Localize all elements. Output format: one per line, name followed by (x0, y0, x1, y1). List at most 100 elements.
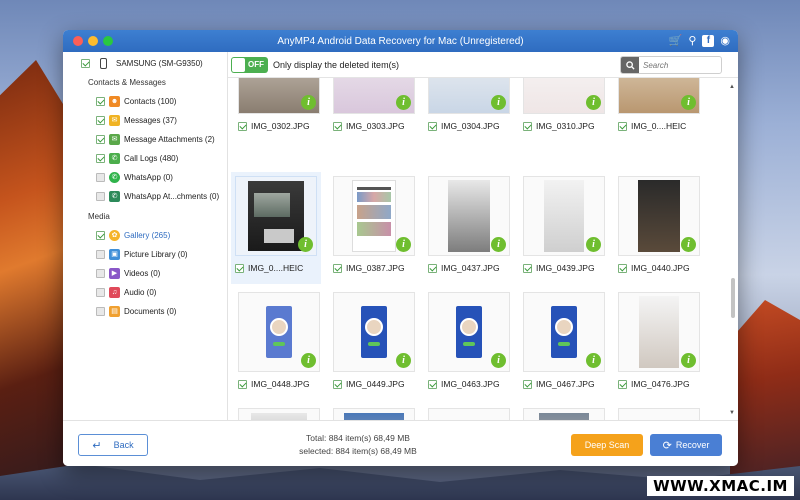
scroll-down-icon[interactable]: ▼ (729, 410, 735, 416)
photo-tile-selected[interactable]: i IMG_0....HEIC (231, 172, 321, 284)
info-icon[interactable]: i (491, 237, 506, 252)
photo-thumbnail[interactable]: i (238, 78, 320, 114)
photo-tile[interactable]: i IMG_0448.JPG (238, 292, 323, 392)
photo-thumbnail[interactable]: i (618, 78, 700, 114)
device-row[interactable]: SAMSUNG (SM-G9350) (63, 52, 227, 74)
sidebar-item-gallery[interactable]: ✿ Gallery (265) (63, 226, 227, 245)
photo-tile[interactable] (523, 408, 608, 420)
photo-thumbnail[interactable] (523, 408, 605, 420)
scrollbar[interactable] (731, 138, 736, 420)
photo-checkbox[interactable] (333, 121, 342, 131)
search-icon[interactable] (621, 57, 639, 73)
photo-checkbox[interactable] (238, 121, 247, 131)
photo-checkbox[interactable] (523, 121, 532, 131)
back-button[interactable]: ↵ Back (78, 434, 148, 456)
photo-checkbox[interactable] (333, 379, 342, 389)
photo-checkbox[interactable] (523, 263, 532, 273)
sidebar-item-documents[interactable]: ▤ Documents (0) (63, 302, 227, 321)
photo-thumbnail[interactable]: i (428, 78, 510, 114)
photo-checkbox[interactable] (333, 263, 342, 273)
photo-checkbox[interactable] (235, 263, 244, 273)
videos-checkbox[interactable] (96, 269, 105, 278)
info-icon[interactable]: i (586, 237, 601, 252)
cart-icon[interactable]: 🛒 (669, 34, 683, 48)
photo-thumbnail[interactable]: i (428, 292, 510, 372)
device-checkbox[interactable] (81, 58, 90, 68)
photo-thumbnail[interactable]: i (618, 176, 700, 256)
photo-tile[interactable]: i IMG_0463.JPG (428, 292, 513, 392)
photo-tile[interactable] (428, 408, 513, 420)
info-icon[interactable]: i (396, 353, 411, 368)
photo-tile[interactable]: i IMG_0310.JPG (523, 78, 608, 134)
sidebar-item-whatsapp-attachments[interactable]: ✆ WhatsApp At...chments (0) (63, 187, 227, 206)
audio-checkbox[interactable] (96, 288, 105, 297)
photo-thumbnail[interactable] (238, 408, 320, 420)
info-icon[interactable]: i (681, 237, 696, 252)
sidebar-item-picture-library[interactable]: ▣ Picture Library (0) (63, 245, 227, 264)
deleted-only-toggle[interactable]: OFF (231, 56, 268, 73)
photo-checkbox[interactable] (618, 121, 627, 131)
sidebar-item-videos[interactable]: ▶ Videos (0) (63, 264, 227, 283)
search-box[interactable] (620, 56, 722, 74)
whatsapp-attachments-checkbox[interactable] (96, 192, 105, 201)
sidebar-item-whatsapp[interactable]: ✆ WhatsApp (0) (63, 168, 227, 187)
call-logs-checkbox[interactable] (96, 154, 105, 163)
photo-tile[interactable] (333, 408, 418, 420)
sidebar-item-messages[interactable]: ✉ Messages (37) (63, 111, 227, 130)
zoom-window-button[interactable] (103, 36, 113, 46)
photo-tile[interactable]: i IMG_0467.JPG (523, 292, 608, 392)
scrollbar-thumb[interactable] (731, 278, 735, 318)
photo-thumbnail[interactable]: i (523, 292, 605, 372)
photo-thumbnail[interactable]: i (618, 292, 700, 372)
photo-thumbnail[interactable]: i (333, 292, 415, 372)
photo-checkbox[interactable] (428, 379, 437, 389)
sidebar-item-message-attachments[interactable]: ✉ Message Attachments (2) (63, 130, 227, 149)
close-window-button[interactable] (73, 36, 83, 46)
minimize-window-button[interactable] (88, 36, 98, 46)
info-icon[interactable]: i (491, 95, 506, 110)
documents-checkbox[interactable] (96, 307, 105, 316)
gallery-checkbox[interactable] (96, 231, 105, 240)
photo-tile[interactable] (238, 408, 323, 420)
photo-thumbnail[interactable]: i (238, 292, 320, 372)
message-attachments-checkbox[interactable] (96, 135, 105, 144)
photo-checkbox[interactable] (618, 379, 627, 389)
photo-tile[interactable]: i IMG_0....HEIC (618, 78, 703, 134)
info-icon[interactable]: i (491, 353, 506, 368)
photo-tile[interactable]: i IMG_0387.JPG (333, 176, 418, 276)
photo-tile[interactable]: i IMG_0449.JPG (333, 292, 418, 392)
search-input[interactable] (643, 60, 721, 70)
info-icon[interactable]: i (586, 353, 601, 368)
photo-tile[interactable]: i IMG_0302.JPG (238, 78, 323, 134)
info-icon[interactable]: i (396, 95, 411, 110)
contacts-checkbox[interactable] (96, 97, 105, 106)
photo-checkbox[interactable] (428, 263, 437, 273)
sidebar-item-call-logs[interactable]: ✆ Call Logs (480) (63, 149, 227, 168)
sidebar-item-contacts[interactable]: ☻ Contacts (100) (63, 92, 227, 111)
info-icon[interactable]: i (586, 95, 601, 110)
photo-tile[interactable]: i IMG_0303.JPG (333, 78, 418, 134)
photo-thumbnail[interactable]: i (333, 176, 415, 256)
photo-thumbnail[interactable]: i (333, 78, 415, 114)
photo-checkbox[interactable] (618, 263, 627, 273)
photo-checkbox[interactable] (523, 379, 532, 389)
photo-thumbnail[interactable] (333, 408, 415, 420)
deep-scan-button[interactable]: Deep Scan (571, 434, 643, 456)
chat-icon[interactable]: ◉ (720, 34, 730, 48)
recover-button[interactable]: ⟳ Recover (650, 434, 722, 456)
photo-thumbnail[interactable] (618, 408, 700, 420)
scroll-up-icon[interactable]: ▲ (729, 84, 735, 90)
photo-tile[interactable]: i IMG_0476.JPG (618, 292, 703, 392)
info-icon[interactable]: i (396, 237, 411, 252)
photo-tile[interactable]: i IMG_0304.JPG (428, 78, 513, 134)
photo-tile[interactable] (618, 408, 703, 420)
photo-thumbnail[interactable]: i (523, 78, 605, 114)
photo-thumbnail[interactable]: i (235, 176, 317, 256)
sidebar-item-audio[interactable]: ♫ Audio (0) (63, 283, 227, 302)
photo-thumbnail[interactable]: i (428, 176, 510, 256)
info-icon[interactable]: i (301, 95, 316, 110)
picture-library-checkbox[interactable] (96, 250, 105, 259)
photo-thumbnail[interactable]: i (523, 176, 605, 256)
photo-thumbnail[interactable] (428, 408, 510, 420)
info-icon[interactable]: i (681, 353, 696, 368)
